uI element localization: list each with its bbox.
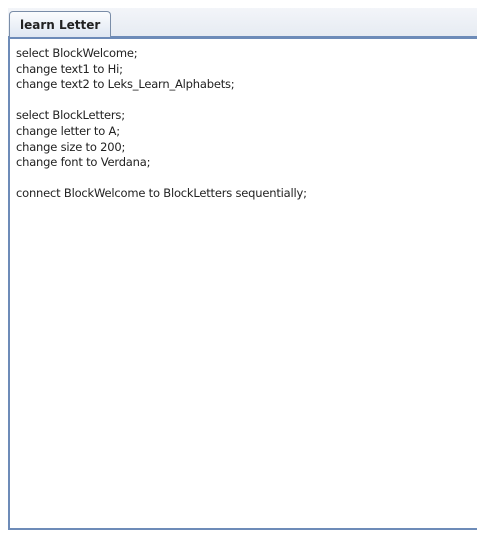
code-line: select BlockLetters; (16, 108, 125, 123)
script-editor-window: learn Letter select BlockWelcome; change… (0, 0, 477, 536)
code-line: change text2 to Leks_Learn_Alphabets; (16, 77, 235, 92)
tab-learn-letter[interactable]: learn Letter (9, 11, 111, 37)
code-line: connect BlockWelcome to BlockLetters seq… (16, 186, 307, 201)
tab-label: learn Letter (20, 17, 101, 32)
code-line: change font to Verdana; (16, 155, 151, 170)
code-line: change text1 to Hi; (16, 61, 123, 76)
tab-strip: learn Letter (8, 8, 477, 39)
code-editor[interactable]: select BlockWelcome; change text1 to Hi;… (8, 39, 477, 530)
code-line: change letter to A; (16, 123, 120, 138)
code-line: select BlockWelcome; (16, 46, 138, 60)
code-line: change size to 200; (16, 139, 126, 154)
